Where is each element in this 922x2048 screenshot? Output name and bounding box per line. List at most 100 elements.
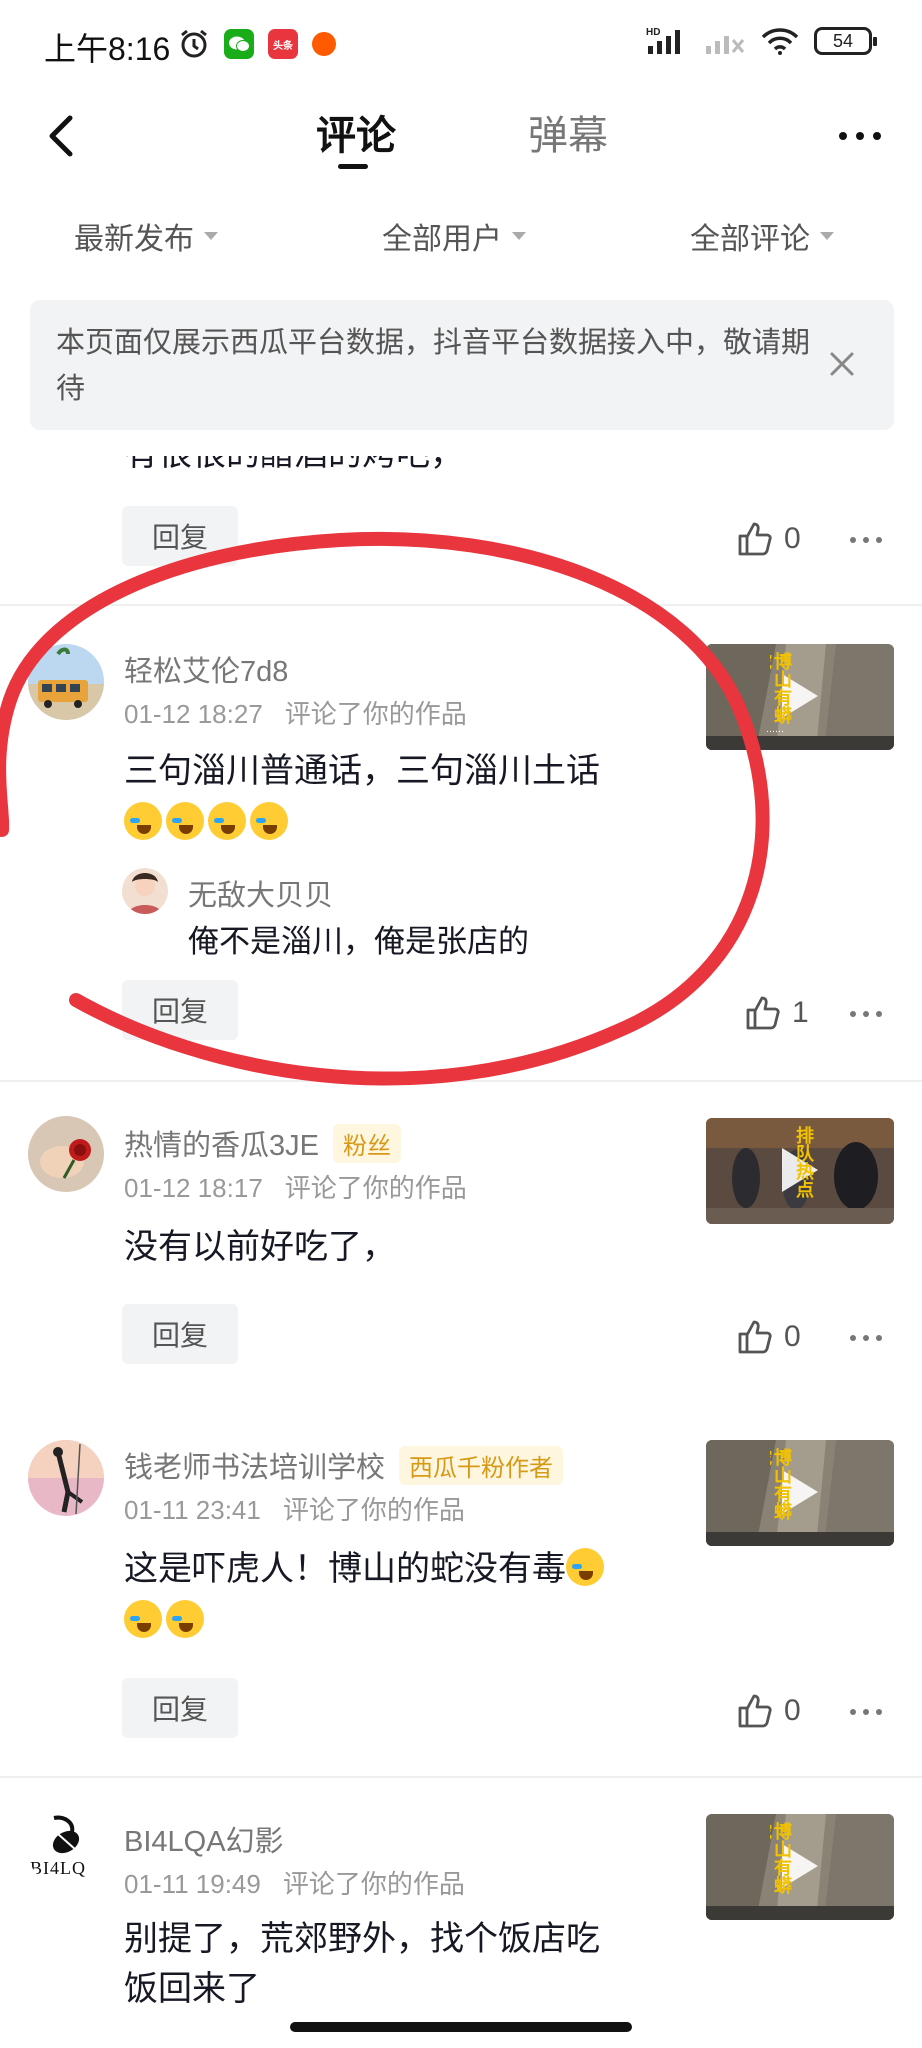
like-button[interactable]: 0 xyxy=(736,1692,801,1730)
crying-laughing-emoji-icon xyxy=(250,802,288,840)
top-nav: 评论 弹幕 xyxy=(0,88,922,196)
caret-down-icon xyxy=(512,232,526,240)
toutiao-icon: 头条 xyxy=(268,29,298,59)
comment-time: 01-11 23:41 xyxy=(124,1495,261,1525)
thumbnail-caption: 排队热点 xyxy=(794,1126,814,1198)
avatar[interactable] xyxy=(28,1116,104,1192)
app-notification-icon xyxy=(312,32,336,56)
thumbnail-caption: 博山有蟒蛇 xyxy=(770,1822,792,1894)
comment-username[interactable]: BI4LQA幻影 xyxy=(124,1818,284,1860)
like-count: 0 xyxy=(784,1694,801,1727)
emoji-row xyxy=(124,1596,608,1646)
emoji-row xyxy=(124,798,600,848)
crying-laughing-emoji-icon xyxy=(166,1600,204,1638)
comment-meta: 01-11 19:49 评论了你的作品 xyxy=(124,1864,465,1901)
comment-username[interactable]: 轻松艾伦7d8 xyxy=(124,648,288,690)
comment-text: 没有以前好吃了， xyxy=(124,1228,396,1266)
chevron-left-icon xyxy=(49,115,73,157)
filter-users-label: 全部用户 xyxy=(382,223,502,256)
thumbnail-caption: 博山有蟒蛇 xyxy=(770,652,792,724)
username-text: 轻松艾伦7d8 xyxy=(124,656,289,688)
username-text: 热情的香瓜3JE xyxy=(124,1130,319,1162)
filter-users[interactable]: 全部用户 xyxy=(382,214,526,258)
crying-laughing-emoji-icon xyxy=(166,802,204,840)
filter-sort[interactable]: 最新发布 xyxy=(74,214,218,258)
video-thumbnail[interactable]: 博山有蟒蛇 xyxy=(706,1814,894,1920)
notice-text: 本页面仅展示西瓜平台数据，抖音平台数据接入中，敬请期待 xyxy=(56,327,811,405)
more-dots-icon xyxy=(850,1335,882,1341)
alarm-icon xyxy=(181,29,207,58)
comment-more-button[interactable] xyxy=(846,1692,886,1732)
avatar[interactable]: BI4LQ xyxy=(28,1812,104,1888)
comment-text-line: 这是吓虎人！博山的蛇没有毒 xyxy=(124,1544,608,1594)
video-thumbnail[interactable]: 排队热点 xyxy=(706,1118,894,1224)
comment-text: 别提了，荒郊野外，找个饭店吃 饭回来了 xyxy=(124,1914,600,2014)
crying-laughing-emoji-icon xyxy=(124,1600,162,1638)
thumbnail-caption: 博山有蟒蛇 xyxy=(770,1448,792,1520)
reply-avatar[interactable] xyxy=(122,868,168,914)
cellular-signal-icon: HD xyxy=(646,27,680,54)
comment-meta: 01-11 23:41 评论了你的作品 xyxy=(124,1490,465,1527)
filter-bar: 最新发布 全部用户 全部评论 xyxy=(0,200,922,270)
comment-username[interactable]: 热情的香瓜3JE 粉丝 xyxy=(124,1122,401,1164)
comment-username[interactable]: 钱老师书法培训学校 西瓜千粉作者 xyxy=(124,1444,564,1486)
comment-time: 01-12 18:17 xyxy=(124,1173,263,1203)
more-dots-icon xyxy=(850,537,882,543)
avatar[interactable] xyxy=(28,1440,104,1516)
video-thumbnail[interactable]: …… 博山有蟒蛇 xyxy=(706,644,894,750)
comment-action: 评论了你的作品 xyxy=(282,1869,465,1899)
crying-laughing-emoji-icon xyxy=(208,802,246,840)
reply-button[interactable]: 回复 xyxy=(122,1304,238,1364)
wifi-icon xyxy=(761,28,799,55)
comment-text-line: 别提了，荒郊野外，找个饭店吃 xyxy=(124,1920,600,1958)
like-button[interactable]: 0 xyxy=(736,1318,801,1356)
signal-off-icon xyxy=(706,36,745,54)
more-dots-icon xyxy=(850,1011,882,1017)
like-button[interactable]: 0 xyxy=(736,520,801,558)
avatar-label: BI4LQ xyxy=(30,1858,86,1878)
tab-comments[interactable]: 评论 xyxy=(316,106,396,166)
close-icon xyxy=(830,352,854,376)
status-time: 上午8:16 xyxy=(44,31,171,67)
svg-text:HD: HD xyxy=(646,27,660,38)
reply-text: 俺不是淄川，俺是张店的 xyxy=(188,924,529,959)
thumbs-up-icon xyxy=(738,522,772,556)
reply-button[interactable]: 回复 xyxy=(122,980,238,1040)
comment-more-button[interactable] xyxy=(846,520,886,560)
comment-meta: 01-12 18:17 评论了你的作品 xyxy=(124,1168,467,1205)
caret-down-icon xyxy=(820,232,834,240)
username-text: BI4LQA幻影 xyxy=(124,1826,284,1858)
reply-button[interactable]: 回复 xyxy=(122,506,238,566)
status-bar: 上午8:16 头条 HD 54 xyxy=(0,0,922,88)
comment-more-button[interactable] xyxy=(846,1318,886,1358)
comment-action: 评论了你的作品 xyxy=(282,1495,465,1525)
thumbs-up-icon xyxy=(746,996,780,1030)
filter-sort-label: 最新发布 xyxy=(74,223,194,256)
reply-username[interactable]: 无敌大贝贝 xyxy=(188,872,333,914)
more-options-button[interactable] xyxy=(834,110,886,162)
like-button[interactable]: 1 xyxy=(744,994,809,1032)
battery-icon: 54 xyxy=(814,27,877,55)
partial-comment-text: 有很很的醋酒的烤吧， xyxy=(124,436,464,472)
like-count: 1 xyxy=(792,996,809,1029)
comment-action: 评论了你的作品 xyxy=(284,699,467,729)
reply-button[interactable]: 回复 xyxy=(122,1678,238,1738)
crying-laughing-emoji-icon xyxy=(124,802,162,840)
username-text: 钱老师书法培训学校 xyxy=(124,1452,386,1484)
like-count: 0 xyxy=(784,522,801,555)
tab-danmaku[interactable]: 弹幕 xyxy=(528,106,608,166)
comment-action: 评论了你的作品 xyxy=(284,1173,467,1203)
notice-close-button[interactable] xyxy=(818,340,866,388)
comment-time: 01-12 18:27 xyxy=(124,699,263,729)
more-dots-icon xyxy=(839,132,881,140)
wechat-icon xyxy=(224,29,254,59)
divider xyxy=(0,1776,922,1778)
home-indicator[interactable] xyxy=(290,2022,632,2032)
comment-text-line: 三句淄川普通话，三句淄川土话 xyxy=(124,752,600,790)
video-thumbnail[interactable]: 博山有蟒蛇 xyxy=(706,1440,894,1546)
back-button[interactable] xyxy=(36,106,86,166)
filter-comments[interactable]: 全部评论 xyxy=(690,214,834,258)
avatar[interactable] xyxy=(28,644,104,720)
comment-more-button[interactable] xyxy=(846,994,886,1034)
comment-text: 三句淄川普通话，三句淄川土话 xyxy=(124,746,600,848)
